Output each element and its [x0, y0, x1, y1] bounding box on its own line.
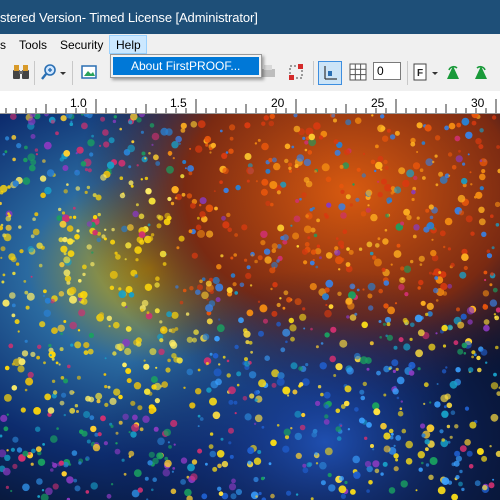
- toolbar-separator: [72, 61, 73, 85]
- chevron-down-icon[interactable]: [59, 63, 67, 81]
- toolbar-separator: [34, 61, 35, 85]
- menu-item-help[interactable]: Help: [109, 35, 147, 54]
- svg-text:F: F: [417, 68, 423, 79]
- image-canvas[interactable]: [0, 114, 500, 500]
- photo-preview: [0, 114, 500, 500]
- ruler-label: 1.0: [70, 96, 87, 110]
- ruler-label: 20: [271, 96, 285, 110]
- menu-item-about[interactable]: About FirstPROOF...: [113, 57, 259, 75]
- window-title: stered Version- Timed License [Administr…: [0, 10, 258, 25]
- ruler-toggle-icon[interactable]: [318, 61, 342, 85]
- frame-icon[interactable]: [287, 63, 305, 81]
- rotate-left-icon[interactable]: [444, 63, 462, 81]
- font-icon[interactable]: F: [412, 63, 430, 81]
- menu-bar: s Tools Security: [0, 34, 500, 55]
- toolbar-separator: [407, 61, 408, 85]
- image-icon[interactable]: [80, 63, 98, 81]
- window-titlebar[interactable]: stered Version- Timed License [Administr…: [0, 0, 500, 34]
- grid-view-icon[interactable]: [349, 63, 367, 81]
- toolbar-separator: [313, 61, 314, 85]
- value-field[interactable]: 0: [373, 62, 401, 80]
- chevron-down-icon[interactable]: [431, 63, 439, 81]
- ruler-label: 1.5: [170, 96, 187, 110]
- menu-item-partial[interactable]: s: [0, 37, 6, 53]
- help-dropdown-menu: About FirstPROOF...: [110, 54, 262, 78]
- rotate-right-icon[interactable]: [472, 63, 490, 81]
- zoom-icon[interactable]: [40, 63, 58, 81]
- ruler-label: 30: [471, 96, 485, 110]
- horizontal-ruler: 1.0 1.5 20 25 30: [0, 91, 500, 114]
- menu-item-security[interactable]: Security: [60, 37, 103, 53]
- find-icon[interactable]: [12, 63, 30, 81]
- ruler-label: 25: [371, 96, 385, 110]
- menu-item-tools[interactable]: Tools: [19, 37, 47, 53]
